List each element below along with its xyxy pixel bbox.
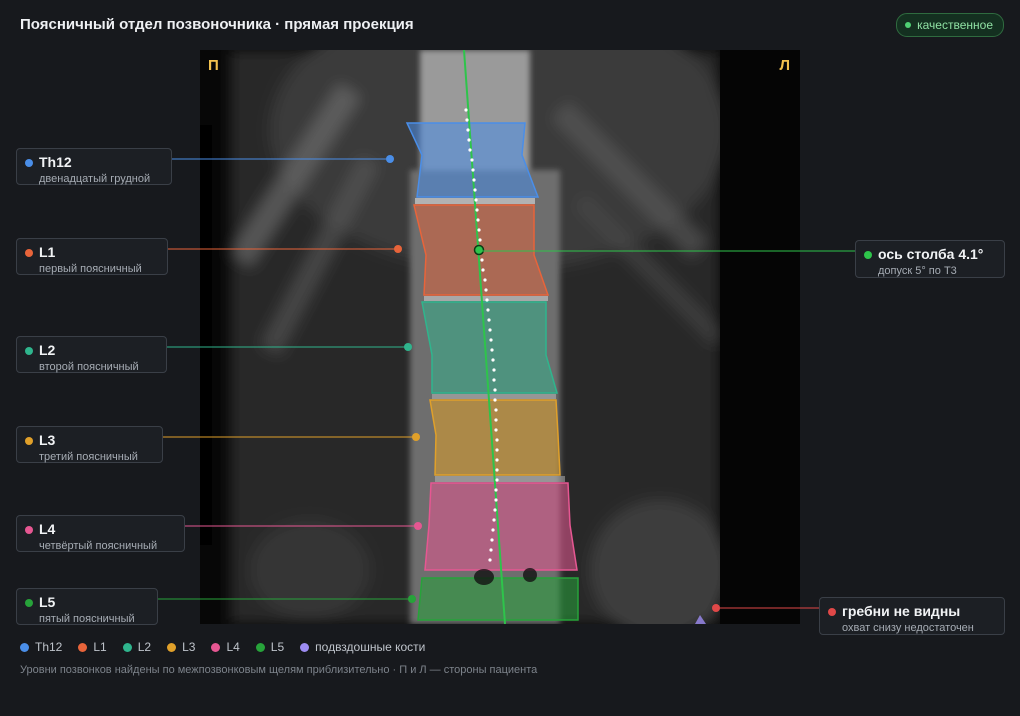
vertebra-description: двенадцатый грудной (39, 173, 151, 185)
legend-item-l1: L1 (78, 640, 107, 654)
vertebra-name: L1 (39, 244, 56, 260)
vertebra-card-l5[interactable]: L5 пятый поясничный (16, 588, 158, 625)
legend-item-l4: L4 (211, 640, 240, 654)
page-title: Поясничный отдел позвоночника · прямая п… (20, 16, 414, 33)
th12-color-dot-icon (25, 159, 33, 167)
legend-dot-icon (167, 642, 177, 652)
vertebra-name: L5 (39, 594, 56, 610)
legend-item-l2: L2 (122, 640, 152, 654)
legend-label: L3 (182, 640, 196, 654)
legend-dot-icon (20, 642, 29, 652)
l2-mask (421, 301, 558, 394)
vertebra-card-l2[interactable]: L2 второй поясничный (16, 336, 167, 373)
quality-badge: качественное (896, 13, 1004, 37)
legend-label: L5 (270, 640, 285, 654)
iliac-crest-subtitle: охват снизу недостаточен (842, 622, 974, 634)
legend-dot-icon (300, 642, 310, 652)
legend-item-l5: L5 (255, 640, 285, 654)
vertebra-name: L2 (39, 342, 56, 358)
vertebra-description: четвёртый поясничный (39, 540, 158, 552)
legend-label: Th12 (35, 640, 63, 654)
status-dot-icon (905, 22, 912, 28)
vertebra-description: второй поясничный (39, 361, 139, 373)
legend-label: подвздошные кости (315, 640, 426, 654)
legend-label: L1 (93, 640, 107, 654)
quality-badge-label: качественное (917, 18, 993, 32)
xray-image (200, 50, 800, 624)
l5-mask (417, 577, 579, 621)
vertebra-description: третий поясничный (39, 451, 138, 463)
vertebra-name: L4 (39, 521, 56, 537)
l4-color-dot-icon (25, 526, 33, 534)
warning-dot-icon (828, 608, 836, 616)
axis-tolerance: допуск 5° по Т3 (878, 265, 957, 277)
legend-item-l3: L3 (167, 640, 195, 654)
iliac-crest-title: гребни не видны (842, 603, 961, 619)
l2-color-dot-icon (25, 347, 33, 355)
vertebra-card-l4[interactable]: L4 четвёртый поясничный (16, 515, 185, 552)
l3-mask (429, 399, 561, 476)
l5-color-dot-icon (25, 599, 33, 607)
legend: Th12 L1 L2 L3 L4 L5 подвздошные кости (20, 640, 425, 654)
patient-right-marker: П (208, 57, 219, 74)
xray-viewer[interactable]: П Л (200, 50, 800, 624)
l1-color-dot-icon (25, 249, 33, 257)
footer-note: Уровни позвонков найдены по межпозвонков… (20, 664, 538, 676)
legend-dot-icon (78, 642, 88, 652)
legend-item-iliac: подвздошные кости (300, 640, 425, 654)
patient-left-marker: Л (779, 57, 790, 74)
iliac-crest-card[interactable]: гребни не видны охват снизу недостаточен (819, 597, 1005, 635)
axis-anchor-point[interactable] (473, 244, 485, 256)
legend-label: L4 (226, 640, 240, 654)
legend-label: L2 (137, 640, 152, 654)
legend-item-th12: Th12 (20, 640, 62, 654)
vertebra-name: L3 (39, 432, 56, 448)
vertebra-name: Th12 (39, 154, 72, 170)
axis-color-dot-icon (864, 251, 872, 259)
vertebra-description: пятый поясничный (39, 613, 135, 625)
l3-color-dot-icon (25, 437, 33, 445)
legend-dot-icon (122, 642, 132, 652)
legend-dot-icon (211, 642, 221, 652)
vertebra-card-th12[interactable]: Th12 двенадцатый грудной (16, 148, 172, 185)
vertebra-card-l3[interactable]: L3 третий поясничный (16, 426, 163, 463)
axis-angle-title: ось столба 4.1° (878, 246, 984, 262)
legend-dot-icon (255, 642, 265, 652)
vertebra-description: первый поясничный (39, 263, 142, 275)
vertebra-card-l1[interactable]: L1 первый поясничный (16, 238, 168, 275)
column-axis-card[interactable]: ось столба 4.1° допуск 5° по Т3 (855, 240, 1005, 278)
